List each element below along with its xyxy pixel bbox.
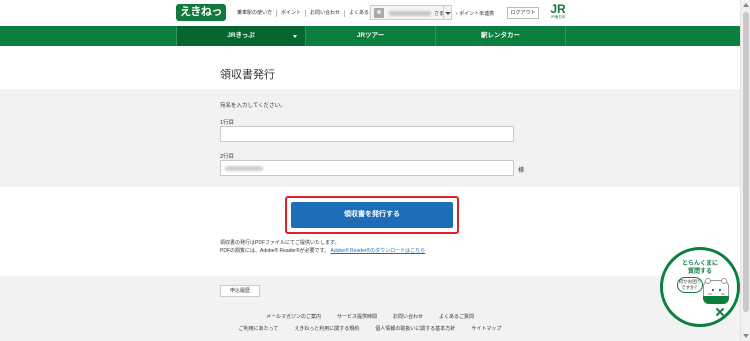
tab-jr-kippu[interactable]: JRきっぷ (176, 26, 306, 46)
page-title: 領収書発行 (220, 69, 275, 81)
bear-ear (705, 278, 711, 284)
instruction-text: 宛名を入力してください。 (220, 103, 286, 109)
tab-label: 駅レンタカー (481, 32, 520, 39)
bear-cheek (708, 293, 712, 295)
adobe-download-link[interactable]: Adobe® Reader®のダウンロードはこちら (331, 248, 426, 254)
tab-label: JRきっぷ (227, 32, 255, 39)
chat-speech-bubble: 何かお困り ですか？ (677, 277, 703, 293)
pdf-note: 領収書の発行はPDFファイルにてご提供いたします。 (220, 240, 340, 246)
jr-sub: JR東日本 (550, 15, 566, 19)
user-name-redacted (389, 11, 431, 16)
adobe-note-text: PDFの閲覧には、Adobe® Reader®が必要です。 (220, 248, 330, 254)
header: えきねっと 乗車駅の使い方 ポイント お問い合わせ よくあるご質問 さま › ポ… (0, 0, 740, 35)
bubble-line2: ですか？ (681, 285, 699, 290)
chevron-down-icon (293, 35, 297, 38)
tab-rent-a-car[interactable]: 駅レンタカー (436, 26, 566, 46)
user-menu[interactable]: さま (370, 5, 452, 20)
ekinet-logo[interactable]: えきねっと (176, 4, 226, 35)
chat-assistant-widget[interactable]: とらんくまに 質問する 何かお困り ですか？ (660, 247, 740, 327)
issue-receipt-button[interactable]: 領収書を発行する (291, 202, 453, 228)
footer-link-terms-use[interactable]: ご利用にあたって (231, 325, 287, 332)
scroll-down-icon[interactable] (743, 334, 749, 338)
chat-title-line2: 質問する (687, 269, 712, 275)
chevron-down-icon[interactable] (443, 6, 451, 19)
footer-link-sitemap[interactable]: サイトマップ (463, 325, 509, 332)
bubble-line1: 何かお困り (678, 279, 702, 284)
footer-link-service-hours[interactable]: サービス提供時間 (329, 313, 385, 320)
logout-button[interactable]: ログアウト (507, 7, 539, 19)
history-button[interactable]: 申込履歴 (220, 285, 260, 297)
line2-value-redacted (225, 166, 263, 171)
highlight-box: 領収書を発行する (285, 196, 459, 234)
addressee-line2-input[interactable] (220, 160, 514, 176)
user-icon (374, 8, 384, 18)
util-link-usage[interactable]: 乗車駅の使い方 (233, 10, 276, 17)
bear-eye (712, 289, 714, 291)
footer-link-contact[interactable]: お問い合わせ (385, 313, 431, 320)
util-link-contact[interactable]: お問い合わせ (305, 10, 344, 17)
footer-link-faq[interactable]: よくあるご質問 (431, 313, 482, 320)
addressee-line1-input[interactable] (220, 126, 514, 142)
global-nav: JRきっぷ JRツアー 駅レンタカー (0, 26, 740, 46)
jr-east-logo[interactable]: JR JR東日本 (548, 3, 568, 23)
scroll-up-icon[interactable] (743, 3, 749, 7)
points-label: ポイント未連携 (459, 11, 495, 17)
footer-links-row1: メールマガジンのご案内 サービス提供時間 お問い合わせ よくあるご質問 (0, 313, 740, 320)
footer-link-agreement[interactable]: えきねっと利用に関する規約 (286, 325, 367, 332)
close-icon[interactable] (715, 307, 725, 317)
vertical-scrollbar[interactable] (740, 0, 750, 341)
tab-jr-tour[interactable]: JRツアー (306, 26, 436, 46)
line2-label: 2行目 (220, 154, 235, 160)
tab-label: JRツアー (356, 32, 385, 39)
jr-mark: JR (550, 2, 566, 16)
bear-cheek (721, 293, 725, 295)
honorific-suffix: 様 (518, 168, 525, 174)
scrollbar-thumb[interactable] (743, 12, 749, 312)
bear-mascot-icon (703, 278, 729, 304)
footer-links-row2: ご利用にあたって えきねっと利用に関する規約 個人情報の取扱いに関する基本方針 … (0, 325, 740, 332)
utility-links: 乗車駅の使い方 ポイント お問い合わせ よくあるご質問 (233, 10, 388, 17)
footer-link-privacy[interactable]: 個人情報の取扱いに関する基本方針 (367, 325, 463, 332)
line1-label: 1行目 (220, 120, 235, 126)
footer-link-mailmag[interactable]: メールマガジンのご案内 (258, 313, 329, 320)
bear-ear (721, 278, 727, 284)
page: えきねっと 乗車駅の使い方 ポイント お問い合わせ よくあるご質問 さま › ポ… (0, 0, 740, 341)
bear-cape (703, 296, 729, 304)
util-link-points[interactable]: ポイント (276, 10, 305, 17)
bear-eye (719, 289, 721, 291)
chat-title: とらんくまに 質問する (663, 260, 737, 276)
adobe-note: PDFの閲覧には、Adobe® Reader®が必要です。 Adobe® Rea… (220, 247, 425, 254)
chat-title-line1: とらんくまに (681, 261, 718, 267)
points-status[interactable]: › ポイント未連携 (456, 10, 494, 17)
